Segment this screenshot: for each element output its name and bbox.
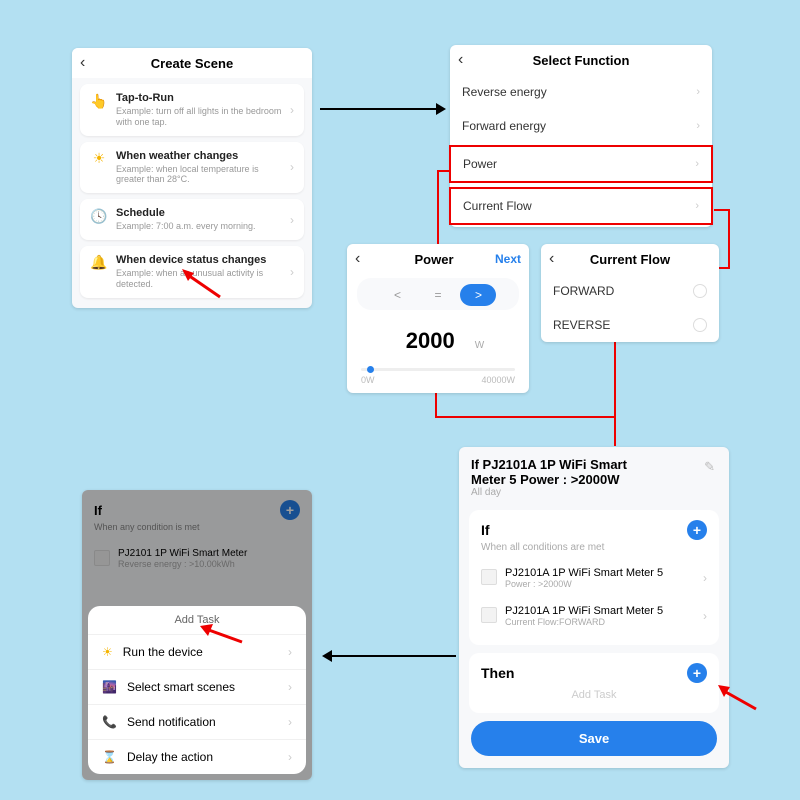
radio-icon xyxy=(693,284,707,298)
summary-panel: If PJ2101A 1P WiFi SmartMeter 5 Power : … xyxy=(459,447,729,768)
power-min: 0W xyxy=(361,375,375,385)
chevron-right-icon: › xyxy=(288,715,292,729)
task-select-scenes[interactable]: 🌆Select smart scenes› xyxy=(88,669,306,704)
chevron-right-icon: › xyxy=(288,645,292,659)
fn-power[interactable]: Power› xyxy=(449,145,713,183)
summary-title: If PJ2101A 1P WiFi SmartMeter 5 Power : … xyxy=(459,447,704,487)
flow-arrow xyxy=(330,655,456,657)
condition-row[interactable]: PJ2101A 1P WiFi Smart Meter 5Power : >20… xyxy=(481,559,707,597)
then-section: Then + Add Task xyxy=(469,653,719,713)
red-connector xyxy=(614,416,616,446)
if-sub: When all conditions are met xyxy=(481,542,707,553)
chevron-right-icon: › xyxy=(288,680,292,694)
chevron-right-icon: › xyxy=(290,160,294,174)
red-arrow-icon xyxy=(200,622,244,646)
tap-icon: 👆 xyxy=(90,92,108,110)
task-send-notification[interactable]: 📞Send notification› xyxy=(88,704,306,739)
chevron-right-icon: › xyxy=(703,609,707,623)
option-schedule[interactable]: 🕓 ScheduleExample: 7:00 a.m. every morni… xyxy=(80,199,304,240)
red-connector xyxy=(728,209,730,269)
back-icon[interactable]: ‹ xyxy=(355,250,373,268)
option-tap-to-run[interactable]: 👆 Tap-to-RunExample: turn off all lights… xyxy=(80,84,304,136)
then-label: Then xyxy=(481,665,514,681)
sheet-title: Add Task xyxy=(88,606,306,634)
op-gt[interactable]: > xyxy=(460,284,496,306)
add-task-sheet: Add Task ☀Run the device› 🌆Select smart … xyxy=(88,606,306,774)
fn-current-flow[interactable]: Current Flow› xyxy=(449,187,713,225)
chevron-right-icon: › xyxy=(290,213,294,227)
chevron-right-icon: › xyxy=(695,200,699,212)
flow-arrow xyxy=(320,108,438,110)
chevron-right-icon: › xyxy=(290,103,294,117)
add-condition-button[interactable]: + xyxy=(687,520,707,540)
sun-icon: ☀ xyxy=(90,150,108,168)
chevron-right-icon: › xyxy=(695,158,699,170)
select-function-title: Select Function xyxy=(476,53,686,68)
create-scene-title: Create Scene xyxy=(98,56,286,71)
power-panel: ‹ Power Next < = > 2000 W 0W 40000W xyxy=(347,244,529,393)
red-arrow-icon xyxy=(182,269,222,299)
fn-forward-energy[interactable]: Forward energy› xyxy=(450,109,712,143)
scene-icon: 🌆 xyxy=(102,680,117,694)
power-max: 40000W xyxy=(481,375,515,385)
hourglass-icon: ⌛ xyxy=(102,750,117,764)
chevron-right-icon: › xyxy=(703,571,707,585)
back-icon[interactable]: ‹ xyxy=(549,250,567,268)
fn-reverse-energy[interactable]: Reverse energy› xyxy=(450,75,712,109)
op-lt[interactable]: < xyxy=(380,284,416,306)
option-weather[interactable]: ☀ When weather changesExample: when loca… xyxy=(80,142,304,194)
power-title: Power xyxy=(373,252,495,267)
flow-forward[interactable]: FORWARD xyxy=(541,274,719,308)
flow-title: Current Flow xyxy=(567,252,693,267)
chevron-right-icon: › xyxy=(696,86,700,98)
red-arrow-icon xyxy=(718,685,758,711)
device-icon xyxy=(481,569,497,585)
edit-icon[interactable]: ✎ xyxy=(704,447,729,475)
task-run-device[interactable]: ☀Run the device› xyxy=(88,634,306,669)
select-function-panel: ‹ Select Function Reverse energy› Forwar… xyxy=(450,45,712,227)
clock-icon: 🕓 xyxy=(90,207,108,225)
current-flow-panel: ‹ Current Flow FORWARD REVERSE xyxy=(541,244,719,342)
add-task-button[interactable]: + xyxy=(687,663,707,683)
add-task-placeholder: Add Task xyxy=(481,689,707,701)
chevron-right-icon: › xyxy=(290,265,294,279)
red-connector xyxy=(718,267,730,269)
sun-icon: ☀ xyxy=(102,645,113,659)
red-connector xyxy=(435,416,615,418)
arrow-right-icon xyxy=(436,103,446,115)
if-section: If + When all conditions are met PJ2101A… xyxy=(469,510,719,645)
red-connector xyxy=(614,340,616,418)
arrow-left-icon xyxy=(322,650,332,662)
save-button[interactable]: Save xyxy=(471,721,717,756)
next-button[interactable]: Next xyxy=(495,252,521,266)
power-unit: W xyxy=(475,340,484,351)
summary-allday: All day xyxy=(459,487,704,506)
add-task-panel: If + When any condition is met PJ2101 1P… xyxy=(82,490,312,780)
phone-icon: 📞 xyxy=(102,715,117,729)
red-connector xyxy=(435,392,437,418)
device-icon xyxy=(481,607,497,623)
chevron-right-icon: › xyxy=(696,120,700,132)
power-value[interactable]: 2000 xyxy=(392,322,469,360)
flow-reverse[interactable]: REVERSE xyxy=(541,308,719,342)
back-icon[interactable]: ‹ xyxy=(80,54,98,72)
radio-icon xyxy=(693,318,707,332)
bell-icon: 🔔 xyxy=(90,254,108,272)
condition-row[interactable]: PJ2101A 1P WiFi Smart Meter 5Current Flo… xyxy=(481,597,707,635)
task-delay[interactable]: ⌛Delay the action› xyxy=(88,739,306,774)
op-eq[interactable]: = xyxy=(420,284,456,306)
chevron-right-icon: › xyxy=(288,750,292,764)
back-icon[interactable]: ‹ xyxy=(458,51,476,69)
if-label: If xyxy=(481,522,490,538)
